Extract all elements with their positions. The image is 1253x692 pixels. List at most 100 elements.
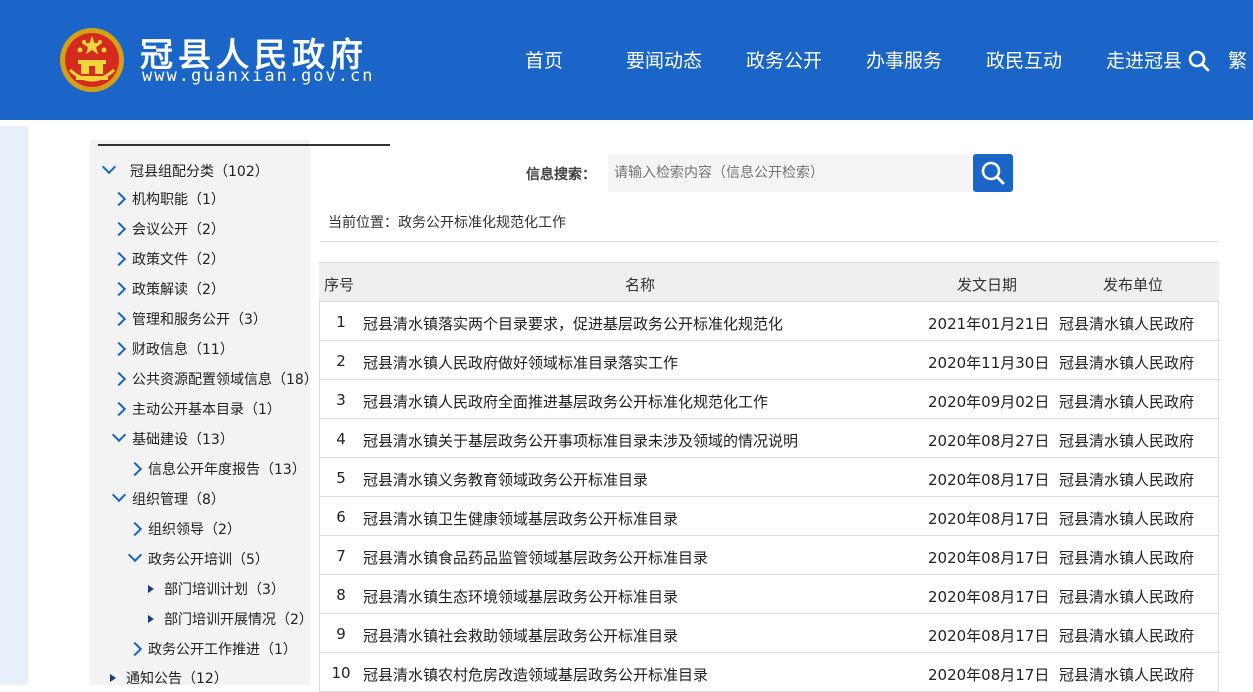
tree-item-public-resources[interactable]: 公共资源配置领域信息（18）: [112, 368, 318, 390]
row-unit: 冠县清水镇人民政府: [1059, 471, 1195, 489]
tree-item-label: 通知公告（12）: [126, 671, 228, 687]
chevron-right-icon: [112, 338, 126, 360]
traditional-chinese-link[interactable]: 繁: [1228, 46, 1247, 73]
tree-item-annual-report[interactable]: 信息公开年度报告（13）: [128, 458, 306, 480]
search-button[interactable]: [973, 154, 1013, 192]
tree-item-label: 政策解读（2）: [132, 282, 225, 298]
tree-item-label: 政务公开工作推进（1）: [148, 642, 297, 658]
national-emblem-icon[interactable]: [58, 26, 126, 94]
table-row[interactable]: 4 冠县清水镇关于基层政务公开事项标准目录未涉及领域的情况说明 2020年08月…: [319, 419, 1219, 458]
row-title-link[interactable]: 冠县清水镇人民政府全面推进基层政务公开标准化规范化工作: [363, 391, 768, 412]
tree-item-infrastructure[interactable]: 基础建设（13）: [112, 428, 234, 450]
header-date: 发文日期: [957, 276, 1018, 294]
tree-item-finance[interactable]: 财政信息（11）: [112, 338, 234, 360]
nav-news[interactable]: 要闻动态: [604, 46, 724, 73]
row-no: 2: [336, 352, 346, 370]
table-row[interactable]: 2 冠县清水镇人民政府做好领域标准目录落实工作 2020年11月30日 冠县清水…: [319, 341, 1219, 380]
triangle-right-icon: [106, 667, 120, 689]
row-date: 2020年11月30日: [928, 354, 1050, 372]
row-no: 8: [336, 586, 346, 604]
table-row[interactable]: 7 冠县清水镇食品药品监管领域基层政务公开标准目录 2020年08月17日 冠县…: [319, 536, 1219, 575]
row-no: 6: [336, 508, 346, 526]
row-unit: 冠县清水镇人民政府: [1059, 666, 1195, 684]
chevron-right-icon: [128, 458, 142, 480]
chevron-right-icon: [112, 248, 126, 270]
search-icon[interactable]: [1186, 48, 1212, 74]
row-unit: 冠县清水镇人民政府: [1059, 354, 1195, 372]
tree-item-policy-interpretation[interactable]: 政策解读（2）: [112, 278, 225, 300]
tree-item-label: 机构职能（1）: [132, 192, 225, 208]
tree-item-label: 会议公开（2）: [132, 222, 225, 238]
row-date: 2020年08月17日: [928, 588, 1050, 606]
tree-item-label: 政务公开培训（5）: [148, 552, 269, 568]
tree-item-label: 组织领导（2）: [148, 522, 241, 538]
tree-item-label: 信息公开年度报告（13）: [148, 462, 306, 478]
row-date: 2020年08月17日: [928, 549, 1050, 567]
tree-item-root[interactable]: 冠县组配分类（102）: [102, 160, 269, 182]
tree-item-notices[interactable]: 通知公告（12）: [106, 667, 228, 689]
tree-item-training-plan[interactable]: 部门培训计划（3）: [144, 578, 285, 600]
site-url: www.guanxian.gov.cn: [142, 66, 375, 86]
table-row[interactable]: 10 冠县清水镇农村危房改造领域基层政务公开标准目录 2020年08月17日 冠…: [319, 653, 1219, 692]
tree-item-training-status[interactable]: 部门培训开展情况（2）: [144, 608, 313, 630]
triangle-right-icon: [144, 608, 158, 630]
tree-item-training[interactable]: 政务公开培训（5）: [128, 548, 269, 570]
header-unit: 发布单位: [1103, 276, 1164, 294]
row-title-link[interactable]: 冠县清水镇社会救助领域基层政务公开标准目录: [363, 625, 678, 646]
row-title-link[interactable]: 冠县清水镇农村危房改造领域基层政务公开标准目录: [363, 664, 708, 685]
row-title-link[interactable]: 冠县清水镇人民政府做好领域标准目录落实工作: [363, 352, 678, 373]
site-header: 冠县人民政府 www.guanxian.gov.cn 首页 要闻动态 政务公开 …: [0, 0, 1253, 120]
row-unit: 冠县清水镇人民政府: [1059, 510, 1195, 528]
table-row[interactable]: 8 冠县清水镇生态环境领域基层政务公开标准目录 2020年08月17日 冠县清水…: [319, 575, 1219, 614]
search-icon: [981, 161, 1005, 185]
row-date: 2020年09月02日: [928, 393, 1050, 411]
tree-item-label: 主动公开基本目录（1）: [132, 402, 281, 418]
tree-item-policy-docs[interactable]: 政策文件（2）: [112, 248, 225, 270]
table-row[interactable]: 9 冠县清水镇社会救助领域基层政务公开标准目录 2020年08月17日 冠县清水…: [319, 614, 1219, 653]
row-date: 2020年08月17日: [928, 471, 1050, 489]
sidebar-divider: [98, 144, 390, 146]
tree-item-label: 财政信息（11）: [132, 342, 234, 358]
document-table: 序号 名称 发文日期 发布单位 1 冠县清水镇落实两个目录要求，促进基层政务公开…: [319, 262, 1219, 692]
row-title-link[interactable]: 冠县清水镇食品药品监管领域基层政务公开标准目录: [363, 547, 708, 568]
table-row[interactable]: 6 冠县清水镇卫生健康领域基层政务公开标准目录 2020年08月17日 冠县清水…: [319, 497, 1219, 536]
nav-interaction[interactable]: 政民互动: [964, 46, 1084, 73]
table-row[interactable]: 3 冠县清水镇人民政府全面推进基层政务公开标准化规范化工作 2020年09月02…: [319, 380, 1219, 419]
row-title-link[interactable]: 冠县清水镇义务教育领域政务公开标准目录: [363, 469, 648, 490]
nav-services[interactable]: 办事服务: [844, 46, 964, 73]
row-title-link[interactable]: 冠县清水镇卫生健康领域基层政务公开标准目录: [363, 508, 678, 529]
row-title-link[interactable]: 冠县清水镇关于基层政务公开事项标准目录未涉及领域的情况说明: [363, 430, 798, 451]
tree-item-label: 冠县组配分类（102）: [130, 164, 269, 180]
chevron-down-icon: [112, 428, 126, 450]
left-decoration-strip: [0, 120, 28, 685]
tree-item-meetings[interactable]: 会议公开（2）: [112, 218, 225, 240]
tree-item-org-management[interactable]: 组织管理（8）: [112, 488, 225, 510]
nav-gov-affairs[interactable]: 政务公开: [724, 46, 844, 73]
left-strip-gap: [0, 120, 28, 126]
chevron-right-icon: [112, 278, 126, 300]
row-no: 3: [336, 391, 346, 409]
row-date: 2021年01月21日: [928, 315, 1050, 333]
table-row[interactable]: 1 冠县清水镇落实两个目录要求，促进基层政务公开标准化规范化 2021年01月2…: [319, 302, 1219, 341]
table-header: 序号 名称 发文日期 发布单位: [319, 262, 1219, 302]
tree-item-work-progress[interactable]: 政务公开工作推进（1）: [128, 638, 297, 660]
nav-home[interactable]: 首页: [484, 46, 604, 73]
row-no: 5: [336, 469, 346, 487]
chevron-down-icon: [102, 160, 116, 182]
tree-item-label: 基础建设（13）: [132, 432, 234, 448]
search-input[interactable]: [608, 154, 974, 192]
tree-item-management-services[interactable]: 管理和服务公开（3）: [112, 308, 267, 330]
row-title-link[interactable]: 冠县清水镇落实两个目录要求，促进基层政务公开标准化规范化: [363, 313, 783, 334]
row-title-link[interactable]: 冠县清水镇生态环境领域基层政务公开标准目录: [363, 586, 678, 607]
row-date: 2020年08月17日: [928, 666, 1050, 684]
row-no: 10: [331, 664, 351, 682]
header-no: 序号: [324, 276, 355, 294]
table-row[interactable]: 5 冠县清水镇义务教育领域政务公开标准目录 2020年08月17日 冠县清水镇人…: [319, 458, 1219, 497]
chevron-right-icon: [112, 308, 126, 330]
chevron-right-icon: [128, 638, 142, 660]
row-unit: 冠县清水镇人民政府: [1059, 588, 1195, 606]
tree-item-org-leadership[interactable]: 组织领导（2）: [128, 518, 241, 540]
tree-item-basic-catalog[interactable]: 主动公开基本目录（1）: [112, 398, 281, 420]
tree-item-org-functions[interactable]: 机构职能（1）: [112, 188, 225, 210]
row-date: 2020年08月27日: [928, 432, 1050, 450]
